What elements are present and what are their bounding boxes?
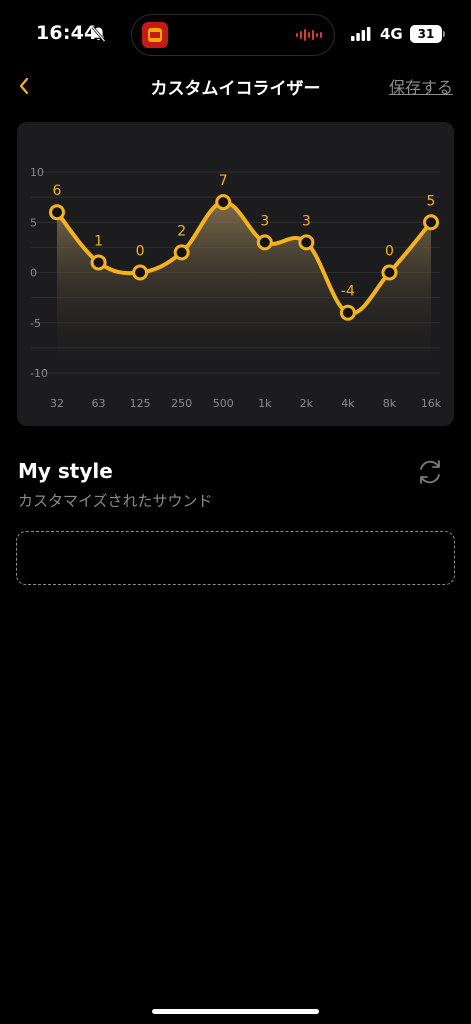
eq-band-value-label: 2: [177, 223, 186, 239]
equalizer-chart[interactable]: 1050-5-10 32 63 125 250 500 1k 2k 4k 8k 16k 61027…: [17, 122, 454, 426]
eq-band-handle[interactable]: [132, 264, 149, 281]
eq-band-value-label: 3: [260, 213, 269, 229]
eq-band-handle[interactable]: [49, 204, 65, 221]
navigation-bar: カスタムイコライザー 保存する: [0, 64, 471, 106]
battery-indicator: 31: [410, 25, 442, 43]
eq-band-value-label: 3: [302, 213, 311, 229]
status-time: 16:44: [36, 22, 98, 44]
dynamic-island[interactable]: [131, 14, 335, 56]
eq-band-value-label: 0: [136, 244, 145, 260]
eq-band-handle[interactable]: [215, 194, 232, 211]
eq-band-handle[interactable]: [256, 234, 273, 251]
eq-band-value-label: 6: [53, 183, 62, 199]
y-tick-label: 5: [30, 216, 37, 229]
x-tick-label: 2k: [300, 397, 314, 410]
preset-subtitle: カスタマイズされたサウンド: [18, 492, 213, 510]
x-tick-label: 125: [130, 397, 151, 410]
sync-icon[interactable]: [414, 456, 446, 488]
battery-cap: [443, 31, 445, 37]
x-tick-label: 250: [171, 397, 192, 410]
eq-band-value-label: -4: [341, 284, 355, 300]
equalizer-chart-card[interactable]: 10 5 0 -5 -10 32 63 125 250 500 1k 2k 4k 8k 16k 61027…: [17, 122, 454, 426]
eq-band-value-label: 7: [219, 173, 228, 189]
eq-band-handle[interactable]: [423, 214, 439, 231]
eq-band-handle[interactable]: [90, 254, 107, 271]
x-tick-label: 63: [92, 397, 106, 410]
battery-percent: 31: [417, 27, 435, 41]
eq-band-value-label: 1: [94, 233, 103, 249]
y-tick-label: 0: [30, 267, 37, 280]
x-tick-label: 16k: [421, 397, 442, 410]
empty-preset-slot[interactable]: [16, 531, 455, 585]
y-tick-label: 10: [30, 166, 44, 179]
network-type: 4G: [380, 25, 403, 43]
eq-band-value-label: 0: [385, 244, 394, 260]
x-tick-label: 1k: [258, 397, 272, 410]
eq-band-handle[interactable]: [173, 244, 190, 261]
status-bar: 16:44 4G 31: [0, 0, 471, 64]
x-tick-label: 500: [213, 397, 234, 410]
eq-band-handle[interactable]: [339, 304, 356, 321]
eq-band-handle[interactable]: [381, 264, 398, 281]
home-indicator[interactable]: [152, 1009, 319, 1014]
audio-waveform-icon: [296, 29, 322, 41]
x-tick-label: 32: [50, 397, 64, 410]
save-button[interactable]: 保存する: [389, 74, 453, 98]
eq-band-value-label: 5: [427, 193, 436, 209]
bell-slash-icon: [91, 26, 106, 42]
eq-band-handle[interactable]: [298, 234, 315, 251]
x-tick-label: 8k: [383, 397, 397, 410]
x-tick-label: 4k: [341, 397, 355, 410]
eq-curve-area: [57, 202, 431, 373]
signal-icon: [351, 27, 371, 41]
y-tick-label: -5: [30, 317, 41, 330]
preset-title: My style: [18, 459, 113, 483]
y-tick-label: -10: [30, 367, 48, 380]
now-playing-app-icon: [142, 22, 168, 48]
